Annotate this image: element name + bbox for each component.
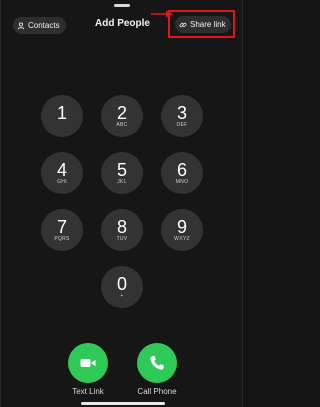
key-8[interactable]: 8 TUV [101,209,143,251]
key-digit: 0 [116,273,127,294]
person-icon [17,22,25,29]
text-link-action: Text Link [58,343,118,396]
key-digit: 9 [176,216,187,237]
text-link-button[interactable] [68,343,108,383]
key-letters: + [120,292,124,299]
text-link-label: Text Link [72,387,104,396]
key-digit: 3 [176,102,187,123]
key-letters: GHI [57,178,67,185]
sheet-grabber[interactable] [114,4,130,7]
key-7[interactable]: 7 PQRS [41,209,83,251]
key-4[interactable]: 4 GHI [41,152,83,194]
key-5[interactable]: 5 JKL [101,152,143,194]
key-letters: TUV [116,235,128,242]
phone-icon [150,356,164,370]
key-digit: 4 [56,159,67,180]
key-digit: 7 [56,216,67,237]
share-link-label: Share link [190,20,226,29]
video-camera-icon [80,359,96,367]
key-3[interactable]: 3 DEF [161,95,203,137]
key-digit: 6 [176,159,187,180]
dial-keypad: 1 2 ABC 3 DEF 4 GHI 5 JKL 6 MNO 7 PQRS 8 [41,95,203,308]
call-phone-label: Call Phone [137,387,177,396]
key-digit: 2 [116,102,127,123]
key-digit: 5 [116,159,127,180]
action-bar: Text Link Call Phone [1,343,244,403]
call-phone-action: Call Phone [127,343,187,396]
key-1[interactable]: 1 [41,95,83,137]
key-letters: WXYZ [174,235,190,242]
link-icon [179,22,187,27]
key-letters: DEF [176,121,188,128]
key-digit: 1 [56,102,67,123]
contacts-button[interactable]: Contacts [13,17,66,34]
share-link-button[interactable]: Share link [175,16,231,33]
key-9[interactable]: 9 WXYZ [161,209,203,251]
key-0[interactable]: 0 + [101,266,143,308]
home-indicator [81,402,165,405]
key-letters: MNO [175,178,189,185]
key-6[interactable]: 6 MNO [161,152,203,194]
key-digit: 8 [116,216,127,237]
key-letters: ABC [116,121,128,128]
key-2[interactable]: 2 ABC [101,95,143,137]
key-letters: PQRS [54,235,70,242]
key-letters: JKL [117,178,127,185]
add-people-screen: Contacts Add People Share link 1 2 ABC 3… [0,0,243,407]
call-phone-button[interactable] [137,343,177,383]
contacts-label: Contacts [28,21,60,30]
